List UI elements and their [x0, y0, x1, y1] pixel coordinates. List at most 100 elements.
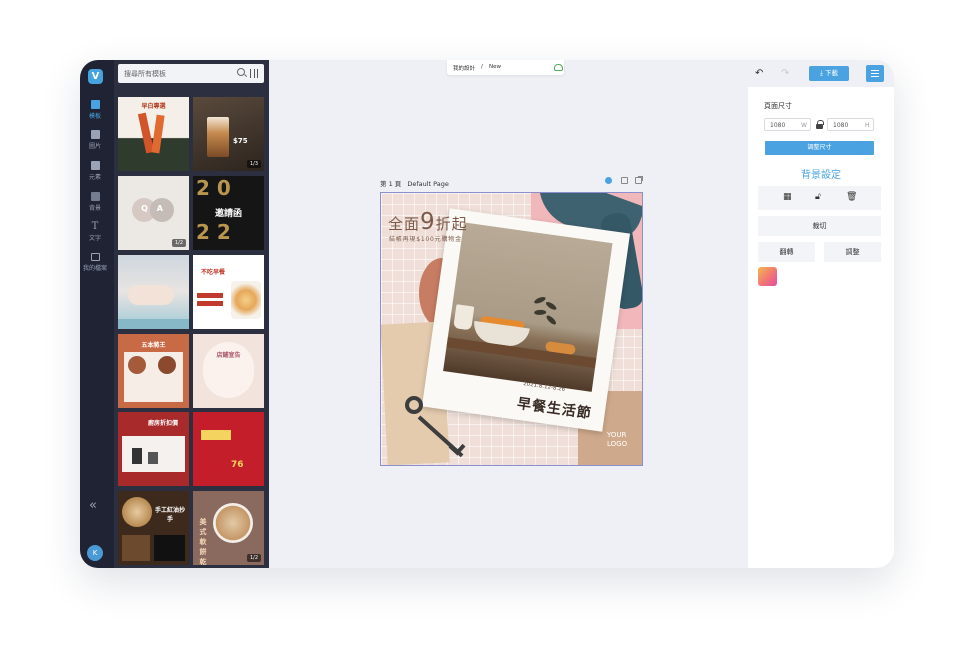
promo-number: 9 — [420, 209, 436, 235]
resize-button[interactable]: 調整尺寸 — [765, 141, 874, 155]
width-field[interactable]: 1080 W — [764, 118, 811, 131]
page-label: 第 1 頁 Default Page — [380, 178, 449, 188]
rail-label: 模板 — [88, 113, 101, 120]
filter-icon[interactable] — [250, 69, 259, 78]
key-icon[interactable] — [405, 396, 423, 414]
background-color-swatch[interactable] — [758, 267, 777, 286]
template-title: 美式軟餅乾 — [199, 518, 207, 565]
design-canvas[interactable]: 全面9折起 結帳再現$100元購物金 2021.8.12-8.26 早餐生活節 … — [380, 192, 643, 466]
template-search-input[interactable] — [124, 67, 232, 80]
page-size-label: 頁面尺寸 — [764, 102, 792, 110]
top-toolbar: ↶ ↷ ⤓ 下載 — [748, 60, 894, 87]
label-bar — [197, 293, 223, 298]
rail-item-templates[interactable]: 模板 — [80, 100, 110, 120]
promo-headline[interactable]: 全面9折起 — [388, 209, 468, 235]
breadcrumb-root[interactable]: 我的設計 — [453, 64, 475, 72]
price-banner — [201, 430, 231, 440]
dish-photo — [158, 356, 176, 374]
product-bottle — [151, 114, 165, 154]
template-tile[interactable]: 手工紅油抄手 — [118, 491, 189, 565]
page-count-badge: 1/3 — [246, 160, 261, 168]
left-rail: V 模板 圖片 元素 背景 T 文字 我的檔案 « K — [80, 60, 114, 568]
label-bar — [197, 301, 223, 306]
height-field[interactable]: 1080 H — [827, 118, 874, 131]
background-controls: ▦ 🔓︎ 🗑︎ — [758, 186, 881, 210]
template-tile[interactable]: 五本將王 — [118, 334, 189, 408]
height-value: 1080 — [833, 122, 849, 129]
breakfast-photo[interactable] — [443, 222, 613, 392]
template-title: 店鋪宣告 — [216, 352, 241, 359]
rail-item-text[interactable]: T 文字 — [80, 221, 110, 243]
cookie-photo — [213, 503, 253, 543]
template-title: 邀請函 — [214, 209, 242, 219]
download-icon: ⤓ — [820, 69, 823, 77]
menu-button[interactable] — [866, 65, 884, 82]
rail-label: 元素 — [88, 174, 101, 181]
logo-placeholder[interactable]: YOUR LOGO — [607, 431, 637, 449]
template-price: $75 — [233, 137, 248, 145]
year-digits: 2 0 — [196, 176, 231, 200]
download-button[interactable]: ⤓ 下載 — [809, 66, 849, 81]
template-tile[interactable] — [118, 255, 189, 329]
page-name[interactable]: Default Page — [407, 180, 449, 188]
adjust-button[interactable]: 調整 — [824, 242, 881, 262]
template-title: Q A — [141, 204, 166, 213]
page-number: 第 1 頁 — [380, 180, 402, 188]
breadcrumb-current[interactable]: New — [489, 64, 501, 70]
redo-icon[interactable]: ↷ — [781, 68, 789, 79]
flip-button[interactable]: 翻轉 — [758, 242, 815, 262]
footer-band — [118, 319, 189, 329]
template-tile[interactable]: 76 — [193, 412, 264, 486]
template-search — [118, 64, 264, 83]
elements-icon — [90, 161, 100, 170]
promo-suffix: 折起 — [435, 215, 468, 233]
rail-label: 我的檔案 — [82, 265, 107, 272]
crop-button[interactable]: 裁切 — [758, 216, 881, 236]
baby-photo — [128, 285, 174, 305]
product-shape — [132, 448, 142, 464]
template-tile[interactable]: 店鋪宣告 — [193, 334, 264, 408]
text-icon: T — [91, 221, 99, 232]
app-window: V 模板 圖片 元素 背景 T 文字 我的檔案 « K 搜尋所有模板 早白專選 … — [80, 60, 894, 568]
undo-icon[interactable]: ↶ — [755, 68, 763, 79]
template-tile[interactable]: 美式軟餅乾 1/2 — [193, 491, 264, 565]
template-title: 手工紅油抄手 — [154, 507, 185, 523]
user-avatar[interactable]: K — [87, 545, 103, 561]
width-value: 1080 — [770, 122, 786, 129]
template-tile[interactable]: Q A 1/2 — [118, 176, 189, 250]
template-title: 廚房折扣價 — [148, 420, 179, 427]
food-photo — [122, 535, 150, 561]
image-icon — [90, 130, 100, 139]
page-count-badge: 1/2 — [246, 554, 261, 562]
cloud-save-icon[interactable] — [554, 64, 563, 71]
rail-item-images[interactable]: 圖片 — [80, 130, 110, 150]
export-icon[interactable] — [621, 177, 628, 184]
template-tile[interactable]: $75 1/3 — [193, 97, 264, 171]
coffee-glass — [207, 117, 229, 157]
background-settings-title: 背景設定 — [801, 170, 841, 181]
template-icon — [90, 100, 100, 109]
product-shape — [148, 452, 158, 464]
trash-icon[interactable]: 🗑︎ — [846, 192, 857, 202]
promo-subtext[interactable]: 結帳再現$100元購物金 — [389, 234, 462, 243]
collapse-panel-button[interactable]: « — [89, 498, 97, 513]
template-tile[interactable]: 不吃早餐 — [193, 255, 264, 329]
background-icon — [90, 192, 100, 201]
rail-item-background[interactable]: 背景 — [80, 192, 110, 212]
template-tile[interactable]: 廚房折扣價 — [118, 412, 189, 486]
price-panel — [154, 535, 185, 561]
settings-icon[interactable] — [605, 177, 612, 184]
transparency-icon[interactable]: ▦ — [783, 192, 792, 202]
template-tile[interactable]: 2 0 2 2 邀請函 — [193, 176, 264, 250]
height-unit: H — [865, 122, 870, 129]
duplicate-icon[interactable] — [635, 177, 642, 184]
rail-item-elements[interactable]: 元素 — [80, 161, 110, 181]
search-icon[interactable] — [237, 68, 245, 76]
lock-ratio-icon[interactable] — [816, 120, 824, 129]
template-title: 不吃早餐 — [200, 269, 225, 276]
lock-icon[interactable]: 🔓︎ — [815, 192, 821, 202]
page-count-badge: 1/2 — [171, 239, 186, 247]
breadcrumb: 我的設計 / New — [447, 60, 564, 75]
rail-item-my-files[interactable]: 我的檔案 — [80, 253, 110, 272]
template-tile[interactable]: 早白專選 — [118, 97, 189, 171]
